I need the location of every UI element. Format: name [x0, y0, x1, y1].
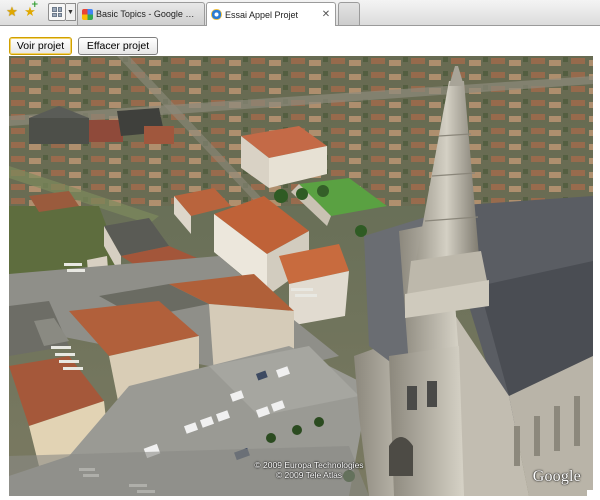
- tab-essai-appel-projet[interactable]: Essai Appel Projet ✕: [206, 2, 336, 26]
- ie-page-favicon-icon: [211, 9, 222, 20]
- copyright-line-1: © 2009 Europa Technologies: [254, 460, 364, 470]
- copyright-line-2: © 2009 Tele Atlas: [275, 470, 343, 480]
- close-tab-icon[interactable]: ✕: [321, 9, 331, 20]
- viewport-corner: [587, 490, 593, 496]
- tab-basic-topics[interactable]: Basic Topics - Google Earth A...: [77, 2, 205, 25]
- aerial-3d-view: [9, 56, 593, 496]
- browser-tab-strip: ★ ★+ ▼ Basic Topics - Google Earth A... …: [0, 0, 600, 26]
- quick-tabs-icon[interactable]: [48, 3, 66, 21]
- tab-label: Essai Appel Projet: [225, 9, 299, 20]
- tab-label: Basic Topics - Google Earth A...: [96, 9, 200, 19]
- google-earth-viewport[interactable]: © 2009 Europa Technologies © 2009 Tele A…: [9, 56, 593, 496]
- google-favicon-icon: [82, 8, 93, 20]
- add-favorites-icon[interactable]: ★ +: [21, 1, 39, 21]
- effacer-projet-button[interactable]: Effacer projet: [78, 37, 158, 55]
- new-tab-button[interactable]: [338, 2, 360, 25]
- map-copyright: © 2009 Europa Technologies © 2009 Tele A…: [234, 460, 384, 480]
- page-content: Voir projet Effacer projet © 2009 Europa…: [0, 27, 600, 500]
- google-logo: Google: [532, 468, 581, 485]
- favorites-star-icon[interactable]: ★: [3, 3, 21, 21]
- tab-list-arrow-icon[interactable]: ▼: [66, 3, 76, 21]
- voir-projet-button[interactable]: Voir projet: [9, 37, 72, 55]
